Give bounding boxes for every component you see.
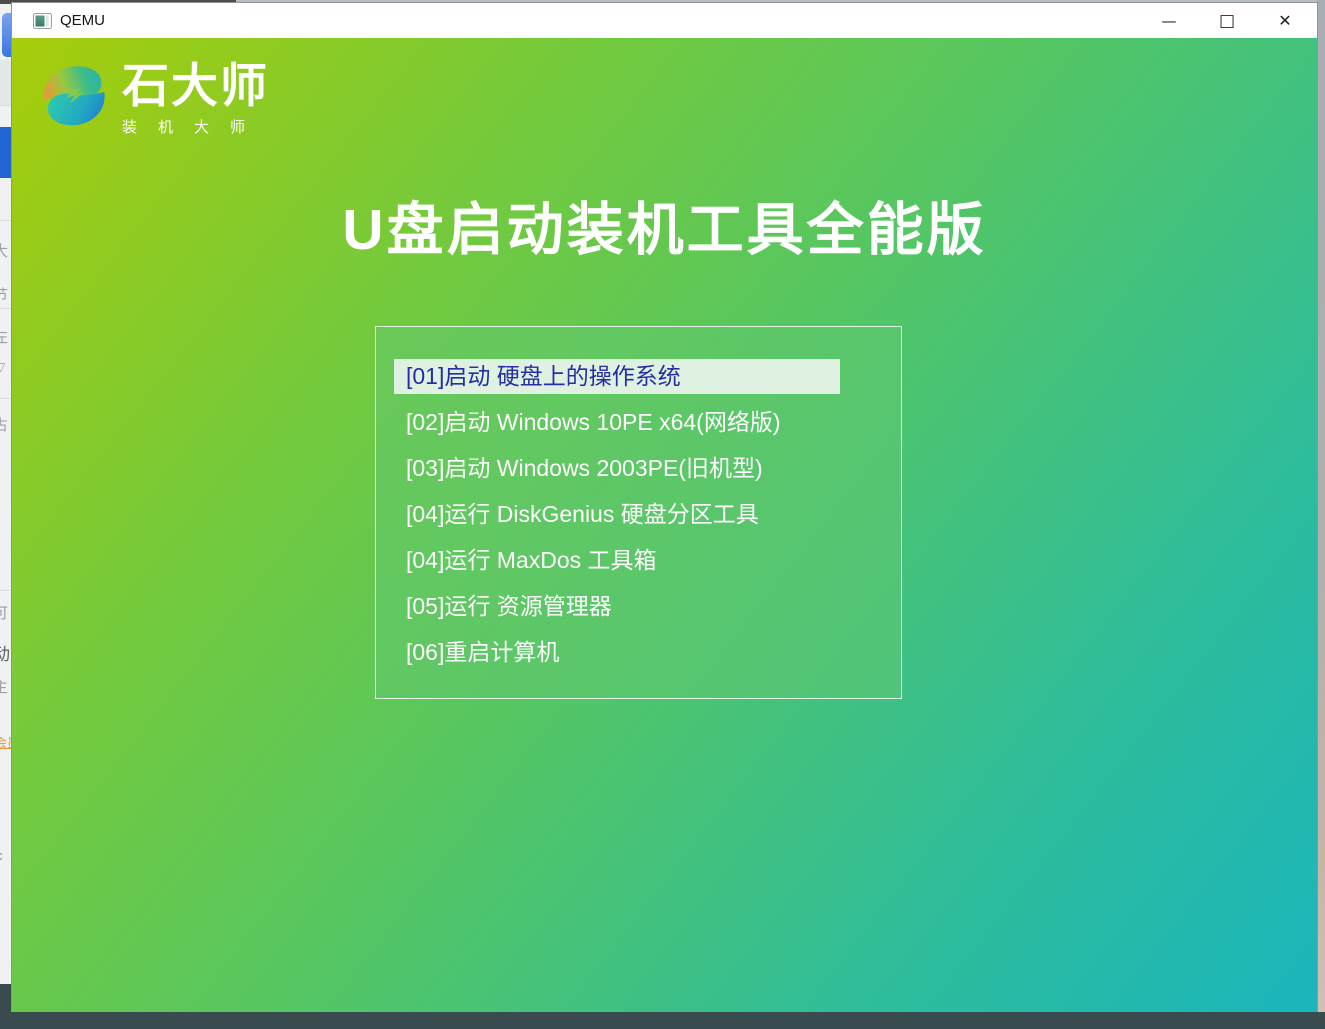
clipped-text-fragment: 主 (0, 676, 8, 697)
boot-menu-item-04[interactable]: [04]运行 DiskGenius 硬盘分区工具 (376, 497, 901, 532)
divider (0, 220, 12, 221)
boot-menu-item-06[interactable]: [05]运行 资源管理器 (376, 589, 901, 624)
shidashi-logo: 石大师 装机大师 (38, 54, 269, 137)
qemu-app-icon[interactable] (33, 13, 52, 29)
clipped-text-fragment: 动 (0, 640, 10, 665)
window-title: QEMU (60, 12, 105, 29)
clipped-blue-button (2, 13, 12, 57)
qemu-window: QEMU — □ ✕ (12, 3, 1317, 1012)
background-window-edge: 大 节 左 ▽ 占 可 动 主 会员 c (0, 0, 12, 1029)
clipped-blue-banner (0, 127, 12, 178)
qemu-titlebar: QEMU — □ ✕ (12, 3, 1317, 38)
clipped-text-fragment: 节 (0, 284, 8, 305)
monitor-icon (33, 13, 52, 29)
clipped-dropdown-arrow: ▽ (0, 360, 5, 374)
boot-menu-item-01[interactable]: [01]启动 硬盘上的操作系统 (394, 359, 840, 394)
boot-title: U盘启动装机工具全能版 (12, 184, 1317, 266)
clipped-text-fragment: 大 (0, 240, 8, 261)
taskbar-edge (0, 1012, 1325, 1029)
clipped-text-fragment: 左 (0, 326, 8, 347)
divider (0, 308, 12, 309)
clipped-text-fragment: 可 (0, 602, 8, 623)
vm-display[interactable]: 石大师 装机大师 U盘启动装机工具全能版 [01]启动 硬盘上的操作系统 [02… (12, 38, 1317, 1012)
shidashi-logo-icon (38, 54, 110, 136)
clipped-text-fragment: 占 (0, 414, 8, 435)
maximize-button[interactable]: □ (1198, 3, 1256, 38)
divider (0, 105, 12, 106)
boot-menu-item-05[interactable]: [04]运行 MaxDos 工具箱 (376, 543, 901, 578)
boot-menu-item-02[interactable]: [02]启动 Windows 10PE x64(网络版) (376, 405, 901, 440)
close-button[interactable]: ✕ (1256, 3, 1314, 38)
brand-text: 石大师 装机大师 (122, 58, 269, 137)
background-window-band (0, 60, 12, 106)
minimize-button[interactable]: — (1140, 3, 1198, 38)
divider (0, 590, 12, 591)
brand-name: 石大师 (122, 58, 269, 114)
divider (0, 398, 12, 399)
desktop-edge (1317, 0, 1325, 1012)
boot-menu-item-03[interactable]: [03]启动 Windows 2003PE(旧机型) (376, 451, 901, 486)
clipped-link-fragment: 会员 (0, 734, 12, 751)
window-controls: — □ ✕ (1140, 3, 1314, 38)
clipped-text-fragment: c (0, 848, 3, 863)
background-window-top-edge (0, 0, 12, 4)
boot-menu-item-07[interactable]: [06]重启计算机 (376, 635, 901, 670)
brand-subtitle: 装机大师 (122, 116, 269, 137)
desktop: { "host_window": { "title": "QEMU", "con… (0, 0, 1325, 1029)
boot-menu: [01]启动 硬盘上的操作系统 [02]启动 Windows 10PE x64(… (375, 326, 902, 699)
